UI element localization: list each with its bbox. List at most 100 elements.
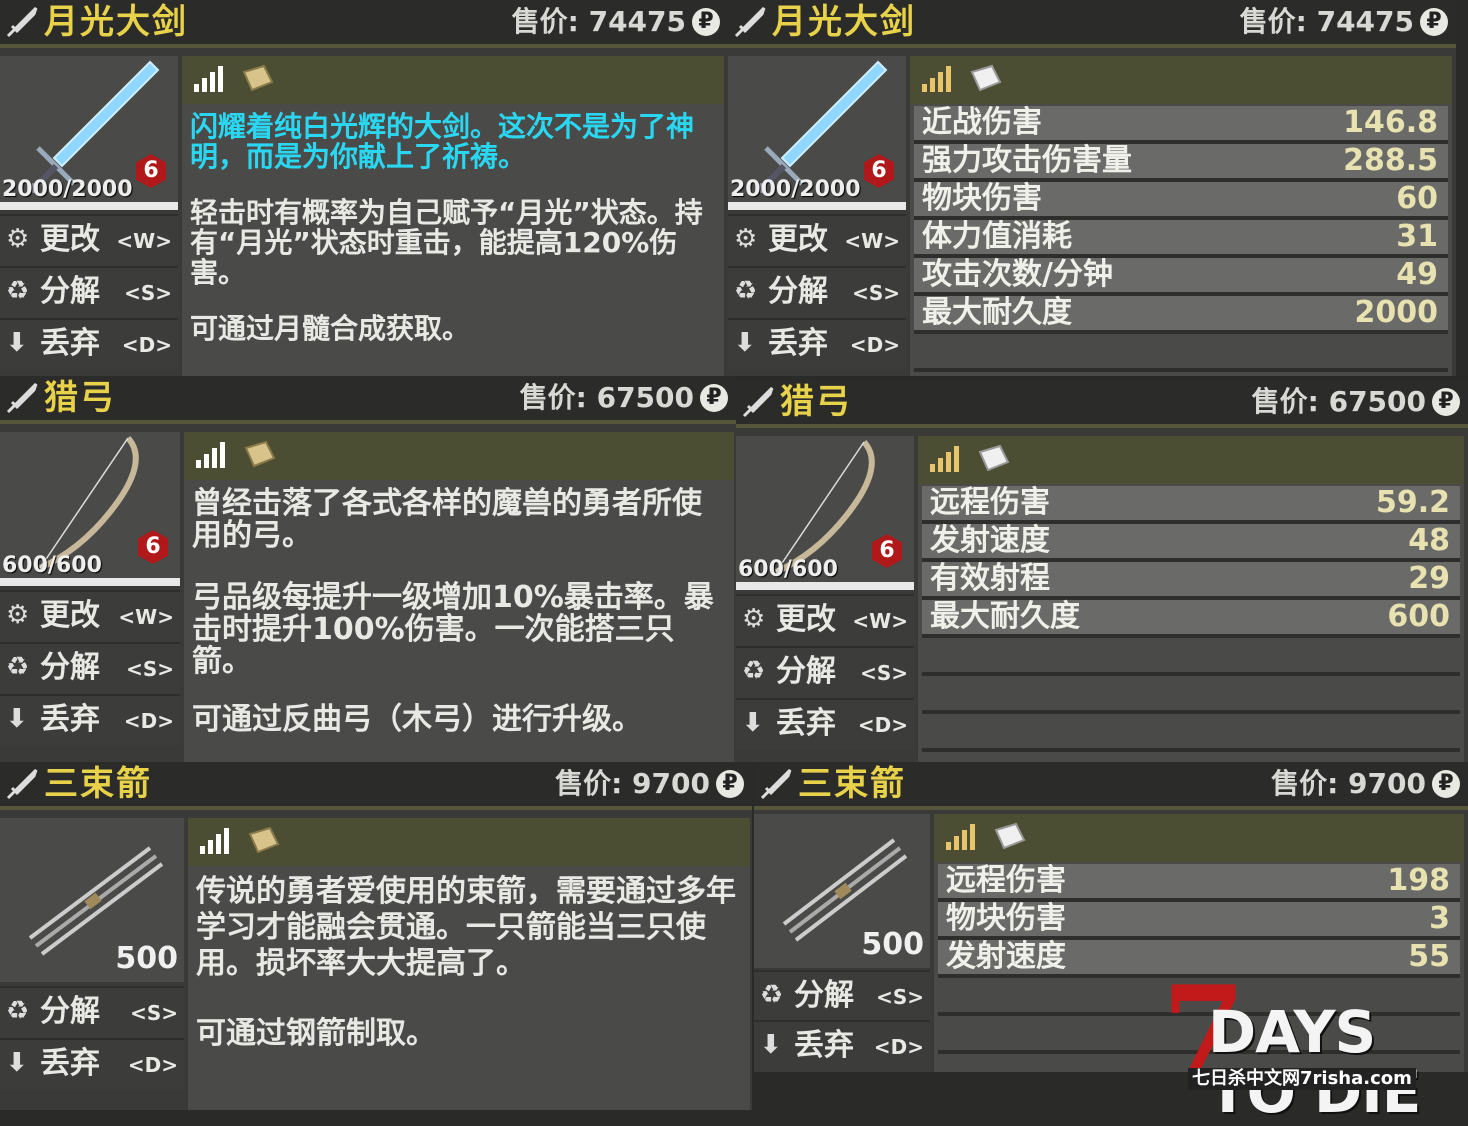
recycle-icon: ♻ [6,276,30,306]
action-modify-button[interactable]: ⚙ 更改 <W> [728,214,906,266]
action-scrap-button[interactable]: ♻ 分解 <S> [0,642,180,694]
action-label: 分解 [40,994,100,1029]
info-tab-bar [910,56,1452,104]
item-panel-triple-arrow-desc: 三束箭 售价: 9700 ₽ 500 ♻ 分解 <S> ⬇ 丢弃 <D> 传说的勇… [0,762,752,1110]
item-image-box: 6 600/600 [736,436,914,590]
item-panel-moonlight-sword-stats: 月光大剑 售价: 74475 ₽ 6 2000/2000 ⚙ 更改 <W> ♻ 分… [728,0,1456,376]
stat-value: 29 [1408,561,1450,596]
description-book-icon[interactable] [240,64,274,92]
description-line: 可通过钢箭制取。 [196,1016,436,1051]
action-drop-button[interactable]: ⬇ 丢弃 <D> [0,318,178,370]
ruble-coin-icon: ₽ [1420,8,1448,36]
logo-title: DAYS TO DIE [1208,998,1421,1126]
weapon-category-icon [760,768,792,800]
stat-value: 600 [1387,599,1450,634]
action-modify-button[interactable]: ⚙ 更改 <W> [736,594,914,646]
sell-price: 售价: 74475 ₽ [1240,4,1448,40]
recycle-icon: ♻ [760,980,784,1010]
recycle-icon: ♻ [6,652,30,682]
sell-price: 售价: 67500 ₽ [520,380,728,416]
stat-label: 攻击次数/分钟 [922,257,1113,292]
item-title: 猎弓 [780,382,852,422]
stat-label: 有效射程 [930,561,1050,596]
stat-row: 远程伤害 198 [938,864,1460,902]
action-key: <D> [857,713,908,737]
item-image-box: 500 [754,814,930,968]
stat-row: 远程伤害 59.2 [922,486,1460,524]
description-book-icon[interactable] [242,440,276,468]
stat-label: 发射速度 [930,523,1050,558]
stat-label: 远程伤害 [946,863,1066,898]
stats-tab-icon[interactable] [928,444,964,474]
description-line: 曾经击落了各式各样的魔兽的勇者所使用的弓。 [192,486,702,553]
action-drop-button[interactable]: ⬇ 丢弃 <D> [0,1038,184,1090]
action-scrap-button[interactable]: ♻ 分解 <S> [0,986,184,1038]
action-key: <W> [116,229,172,253]
stats-tab-icon[interactable] [198,826,234,856]
stats-tab-icon[interactable] [920,64,956,94]
action-modify-button[interactable]: ⚙ 更改 <W> [0,590,180,642]
stats-tab-icon[interactable] [194,440,230,470]
panel-header: 猎弓 售价: 67500 ₽ [0,376,736,424]
stat-label: 强力攻击伤害量 [922,143,1132,178]
action-drop-button[interactable]: ⬇ 丢弃 <D> [728,318,906,370]
description-book-icon[interactable] [976,444,1010,472]
action-label: 丢弃 [40,326,100,361]
description-book-icon[interactable] [992,822,1026,850]
action-scrap-button[interactable]: ♻ 分解 <S> [754,970,930,1022]
description-book-icon[interactable] [246,826,280,854]
sell-price: 售价: 74475 ₽ [512,4,720,40]
action-drop-button[interactable]: ⬇ 丢弃 <D> [754,1020,930,1072]
stats-tab-icon[interactable] [192,64,228,94]
action-label: 分解 [794,978,854,1013]
weapon-category-icon [6,6,38,38]
action-drop-button[interactable]: ⬇ 丢弃 <D> [0,694,180,746]
action-scrap-button[interactable]: ♻ 分解 <S> [736,646,914,698]
action-scrap-button[interactable]: ♻ 分解 <S> [728,266,906,318]
action-scrap-button[interactable]: ♻ 分解 <S> [0,266,178,318]
description-highlight: 闪耀着纯白光辉的大剑。这次不是为了神明，而是为你献上了祈祷。 [190,110,695,173]
gears-icon: ⚙ [742,604,766,634]
info-tab-bar [188,818,750,866]
description-book-icon[interactable] [968,64,1002,92]
action-modify-button[interactable]: ⚙ 更改 <W> [0,214,178,266]
price-label: 售价: 67500 [1251,385,1426,418]
action-label: 更改 [776,602,836,637]
durability-text: 2000/2000 [2,177,133,202]
stat-row-empty [922,714,1460,752]
action-label: 更改 [768,222,828,257]
action-label: 丢弃 [776,706,836,741]
item-image-box: 6 600/600 [0,432,180,586]
stat-row: 最大耐久度 600 [922,600,1460,638]
stats-tab-icon[interactable] [944,822,980,852]
description-line: 轻击时有概率为自己赋予“月光”状态。持有“月光”状态时重击，能提高120%伤害。 [190,196,703,289]
ruble-coin-icon: ₽ [1432,388,1460,416]
item-image-box: 6 2000/2000 [0,56,178,210]
stat-value: 60 [1396,181,1438,216]
action-key: <S> [130,1001,178,1025]
weapon-category-icon [6,382,38,414]
action-label: 分解 [40,650,100,685]
stat-row: 攻击次数/分钟 49 [914,258,1448,296]
action-key: <S> [860,661,908,685]
item-title: 月光大剑 [44,2,188,42]
ruble-coin-icon: ₽ [716,770,744,798]
stat-label: 体力值消耗 [922,219,1072,254]
action-key: <D> [849,333,900,357]
action-label: 丢弃 [768,326,828,361]
stack-count: 500 [115,941,178,976]
item-image-box: 500 [0,818,184,982]
arrow-down-icon: ⬇ [6,704,28,734]
action-drop-button[interactable]: ⬇ 丢弃 <D> [736,698,914,750]
sell-price: 售价: 67500 ₽ [1252,384,1460,420]
description-line: 可通过反曲弓（木弓）进行升级。 [192,702,642,737]
gears-icon: ⚙ [6,224,30,254]
action-key: <S> [876,985,924,1009]
recycle-icon: ♻ [734,276,758,306]
gears-icon: ⚙ [6,600,30,630]
action-label: 更改 [40,598,100,633]
stack-count: 500 [861,927,924,962]
price-label: 售价: 9700 [555,767,710,800]
durability-text: 2000/2000 [730,177,861,202]
item-title: 月光大剑 [772,2,916,42]
